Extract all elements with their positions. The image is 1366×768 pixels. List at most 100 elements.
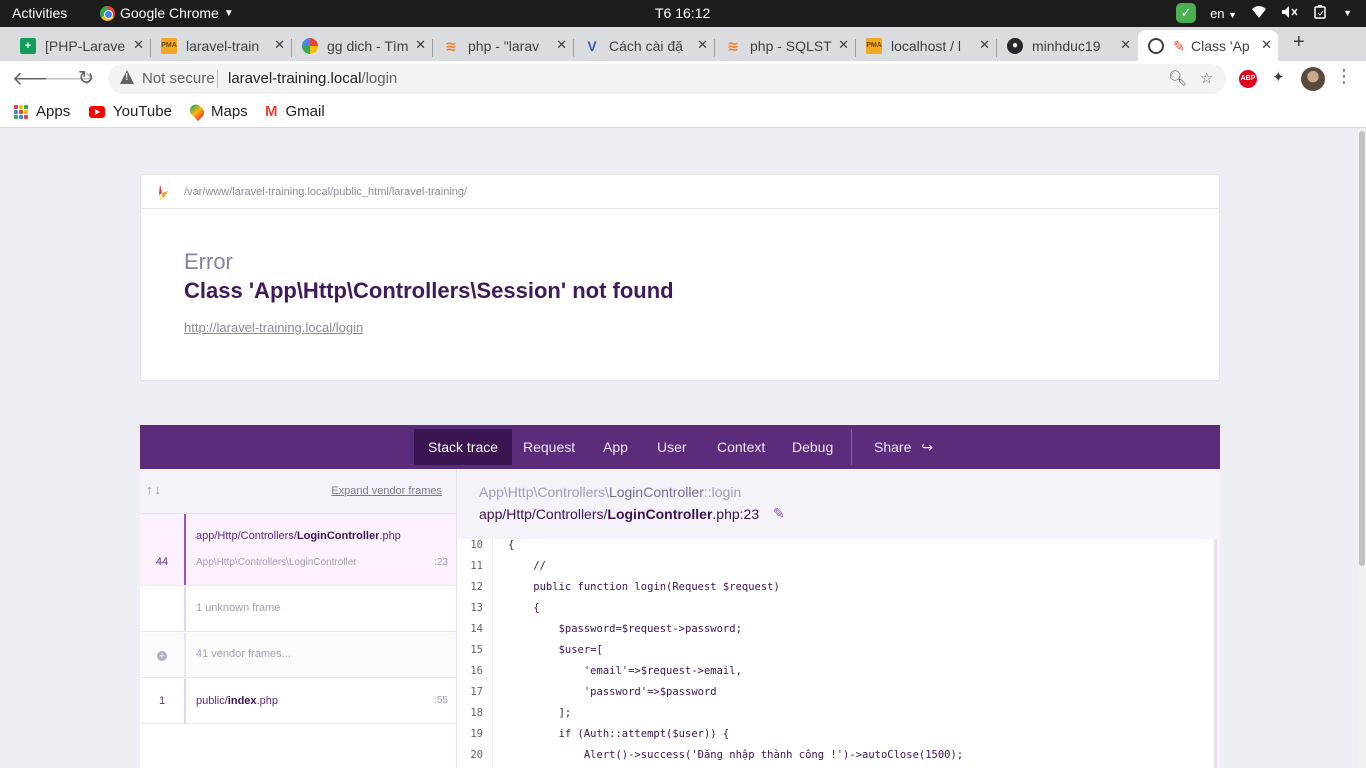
wifi-icon[interactable]: [1251, 5, 1267, 22]
share-button[interactable]: Share ↪: [860, 429, 947, 465]
kebab-menu-icon[interactable]: ⋮: [1335, 66, 1353, 87]
edit-pencil-icon[interactable]: ✎: [773, 505, 785, 522]
expand-vendor-frames-button[interactable]: Expand vendor frames: [331, 485, 442, 497]
frame-class: App\Http\Controllers\LoginController: [196, 557, 357, 568]
close-icon[interactable]: ✕: [1261, 37, 1272, 53]
app-menu[interactable]: Google Chrome ▼: [100, 5, 234, 21]
tab-stack-trace[interactable]: Stack trace: [414, 429, 513, 465]
tab-title: gg dich - Tìm: [327, 37, 409, 54]
ignition-nav: Stack trace Request App User Context Deb…: [140, 425, 1220, 469]
close-icon[interactable]: ✕: [697, 37, 708, 53]
code-line: 11 //: [457, 556, 1214, 577]
browser-tab[interactable]: PMA localhost / l ✕: [856, 30, 996, 61]
browser-tab[interactable]: V Cách cài đặ ✕: [574, 30, 714, 61]
code-text: {: [508, 539, 515, 551]
error-card: /var/www/laravel-training.local/public_h…: [140, 174, 1220, 381]
frame-line: :55: [434, 695, 448, 706]
phpmyadmin-icon: PMA: [866, 37, 882, 54]
zoom-icon[interactable]: 🔍︎: [1168, 69, 1187, 87]
reload-button[interactable]: ↻: [78, 67, 94, 90]
vendor-frames-group[interactable]: + 41 vendor frames...: [140, 633, 456, 678]
tab-title: php - SQLST: [750, 37, 832, 54]
line-number: 14: [470, 623, 483, 635]
frame-number: 1: [158, 695, 166, 707]
close-icon[interactable]: ✕: [838, 37, 849, 53]
stack-frame[interactable]: 1 public/index.php :55: [140, 679, 456, 724]
frame-file: app/Http/Controllers/LoginController.php: [196, 530, 401, 542]
browser-toolbar: 🡐 🡒 ↻ Not secure laravel-training.local/…: [0, 61, 1366, 97]
browser-tab[interactable]: ● minhduc19 ✕: [997, 30, 1137, 61]
expand-plus-icon: +: [157, 651, 167, 661]
tab-app[interactable]: App: [589, 429, 642, 465]
close-icon[interactable]: ✕: [133, 37, 144, 53]
puzzle-icon[interactable]: ✦: [1272, 68, 1285, 86]
page-content: /var/www/laravel-training.local/public_h…: [0, 128, 1358, 768]
adblock-icon[interactable]: ABP: [1239, 70, 1257, 88]
system-tray: ✓ en ▼ ▼: [1176, 3, 1352, 23]
tab-debug[interactable]: Debug: [778, 429, 847, 465]
code-text: 'email'=>$request->email,: [508, 665, 742, 677]
unknown-frame[interactable]: 1 unknown frame: [140, 587, 456, 632]
tab-context[interactable]: Context: [703, 429, 779, 465]
code-line: 15 $user=[: [457, 640, 1214, 661]
security-label[interactable]: Not secure: [142, 70, 215, 87]
globe-icon: [1148, 37, 1164, 54]
battery-icon[interactable]: [1313, 4, 1329, 22]
browser-tab[interactable]: gg dich - Tìm ✕: [292, 30, 432, 61]
close-icon[interactable]: ✕: [556, 37, 567, 53]
error-card-header: /var/www/laravel-training.local/public_h…: [141, 175, 1219, 209]
activities-button[interactable]: Activities: [12, 5, 67, 21]
bookmark-youtube[interactable]: YouTube: [89, 103, 172, 120]
chrome-icon: [100, 5, 115, 21]
scrollbar-thumb[interactable]: [1359, 131, 1365, 566]
url-text[interactable]: laravel-training.local/login: [228, 70, 397, 87]
chevron-down-icon: ▼: [223, 7, 234, 19]
browser-tab[interactable]: ≋ php - SQLST ✕: [715, 30, 855, 61]
frame-number: 44: [155, 556, 169, 568]
new-tab-button[interactable]: +: [1293, 31, 1305, 54]
close-icon[interactable]: ✕: [274, 37, 285, 53]
tab-request[interactable]: Request: [509, 429, 589, 465]
volume-icon[interactable]: [1281, 5, 1299, 22]
line-number: 19: [470, 728, 483, 740]
stack-frame[interactable]: 44 app/Http/Controllers/LoginController.…: [140, 514, 456, 586]
close-icon[interactable]: ✕: [1120, 37, 1131, 53]
shield-icon[interactable]: ✓: [1176, 3, 1197, 23]
browser-tab[interactable]: ≋ php - "larav ✕: [433, 30, 573, 61]
tab-user[interactable]: User: [643, 429, 701, 465]
warning-icon[interactable]: [120, 70, 134, 84]
close-icon[interactable]: ✕: [415, 37, 426, 53]
app-name: Google Chrome: [120, 5, 219, 21]
language-indicator[interactable]: en ▼: [1210, 6, 1237, 21]
bookmark-maps[interactable]: Maps: [187, 101, 248, 122]
chevron-down-icon[interactable]: ▼: [1343, 8, 1352, 18]
apps-grid-icon: [14, 104, 28, 119]
tab-title: Cách cài đặ: [609, 37, 683, 54]
frame-navigation-arrows-icon[interactable]: ↑↓: [146, 482, 163, 497]
bookmark-label: Apps: [36, 103, 71, 120]
error-url-link[interactable]: http://laravel-training.local/login: [184, 320, 363, 335]
browser-tab-active[interactable]: ✎ Class 'Ap ✕: [1138, 30, 1278, 61]
address-bar[interactable]: Not secure laravel-training.local/login …: [108, 64, 1226, 94]
url-path: /login: [361, 70, 398, 87]
bookmark-label: YouTube: [113, 103, 172, 120]
line-number: 10: [470, 539, 483, 551]
bookmarks-bar: Apps YouTube Maps M Gmail: [0, 97, 1366, 128]
line-number: 15: [470, 644, 483, 656]
browser-tab[interactable]: PMA laravel-train ✕: [151, 30, 291, 61]
page-scrollbar[interactable]: [1358, 128, 1366, 768]
close-icon[interactable]: ✕: [979, 37, 990, 53]
code-text: ];: [508, 707, 572, 719]
project-path: /var/www/laravel-training.local/public_h…: [184, 186, 468, 198]
avatar[interactable]: [1301, 67, 1325, 91]
bookmark-gmail[interactable]: M Gmail: [265, 103, 325, 120]
sheets-icon: +: [20, 37, 36, 54]
bookmark-label: Gmail: [285, 103, 325, 120]
bookmark-star-icon[interactable]: ☆: [1200, 69, 1213, 87]
bookmark-apps[interactable]: Apps: [14, 103, 70, 120]
line-number: 12: [470, 581, 483, 593]
clock[interactable]: T6 16:12: [655, 5, 710, 21]
share-icon: ↪: [921, 439, 933, 455]
code-text: public function login(Request $request): [508, 581, 780, 593]
browser-tab[interactable]: + [PHP-Larave ✕: [10, 30, 150, 61]
